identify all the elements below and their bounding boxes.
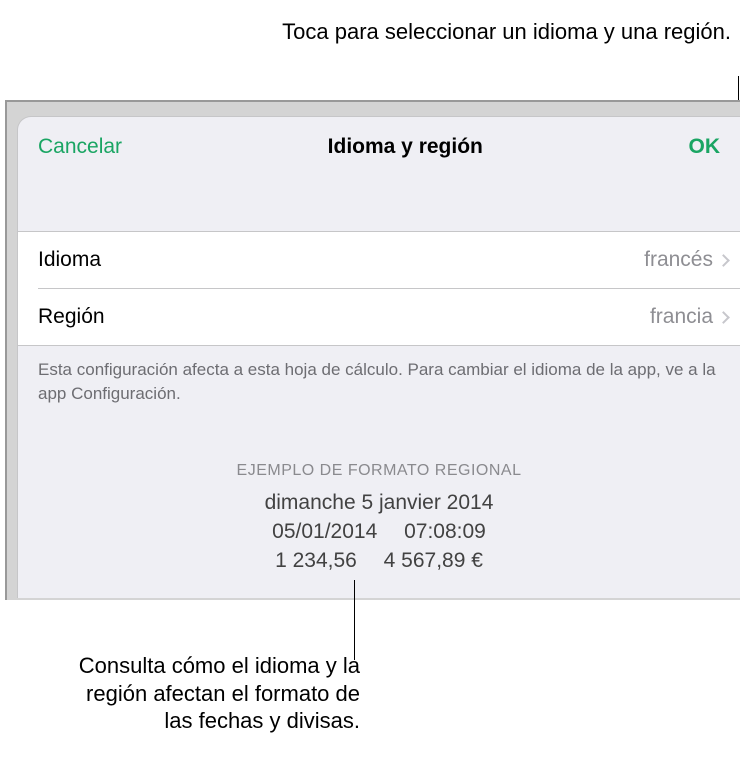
callout-bottom: Consulta cómo el idioma y la región afec… [70, 652, 360, 735]
ok-button[interactable]: OK [689, 135, 721, 159]
example-short-date-time: 05/01/2014 07:08:09 [18, 517, 740, 546]
language-value: francés [644, 248, 713, 272]
row-label: Idioma [38, 248, 101, 272]
row-value: francés [644, 248, 728, 272]
device-frame: Cancelar Idioma y región OK Idioma franc… [5, 100, 740, 600]
region-value: francia [650, 305, 713, 329]
example-caption: EJEMPLO DE FORMATO REGIONAL [18, 462, 740, 480]
callout-connector-line [354, 580, 355, 660]
example-long-date: dimanche 5 janvier 2014 [18, 488, 740, 517]
row-label: Región [38, 305, 105, 329]
chevron-right-icon [717, 311, 730, 324]
region-row[interactable]: Región francia [38, 288, 740, 345]
modal-panel: Cancelar Idioma y región OK Idioma franc… [17, 116, 740, 598]
callout-top: Toca para seleccionar un idioma y una re… [282, 18, 731, 46]
modal-header: Cancelar Idioma y región OK [18, 117, 740, 177]
settings-list: Idioma francés Región francia [18, 231, 740, 346]
cancel-button[interactable]: Cancelar [38, 135, 122, 159]
example-block: dimanche 5 janvier 2014 05/01/2014 07:08… [18, 488, 740, 576]
language-row[interactable]: Idioma francés [18, 232, 740, 288]
footer-help-text: Esta configuración afecta a esta hoja de… [18, 346, 740, 418]
chevron-right-icon [717, 254, 730, 267]
example-number-currency: 1 234,56 4 567,89 € [18, 546, 740, 575]
modal-title: Idioma y región [328, 135, 483, 159]
row-value: francia [650, 305, 728, 329]
